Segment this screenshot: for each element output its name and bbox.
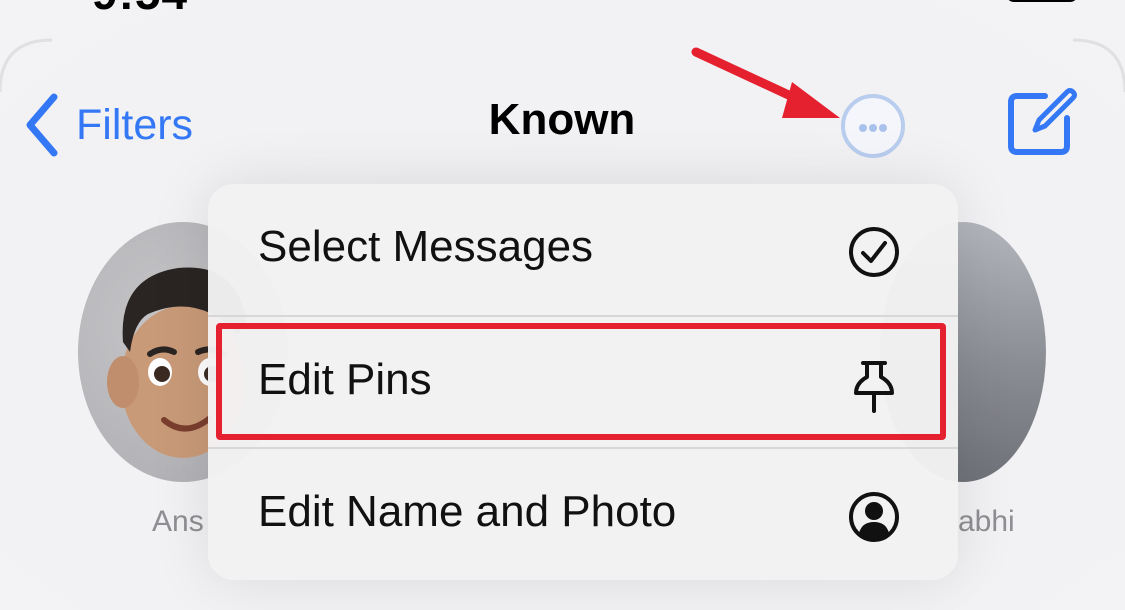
more-options-button[interactable] (841, 94, 905, 158)
back-button[interactable]: Filters (24, 90, 193, 160)
menu-item-label: Edit Name and Photo (258, 487, 677, 536)
menu-item-label: Select Messages (258, 222, 594, 271)
checkmark-circle-icon (849, 227, 899, 277)
pinned-contact-name: Ans (152, 505, 204, 538)
back-button-label: Filters (76, 100, 194, 149)
messages-screen: 9:54 Filters Known (0, 0, 1125, 610)
ellipsis-dot (869, 124, 877, 132)
status-time: 9:54 (92, 0, 188, 20)
pinned-contact-name: abhi (958, 505, 1015, 538)
ellipsis-dot (879, 124, 887, 132)
person-circle-icon (849, 492, 899, 542)
chevron-left-icon (26, 93, 58, 157)
menu-item-edit-name-and-photo[interactable]: Edit Name and Photo (208, 449, 958, 579)
page-title: Known (488, 95, 636, 144)
ellipsis-dot (859, 124, 867, 132)
red-arrow-annotation (691, 47, 840, 118)
status-icons (1008, 0, 1076, 2)
menu-item-select-messages[interactable]: Select Messages (208, 184, 958, 314)
highlight-annotation-box (216, 323, 946, 440)
compose-icon[interactable] (1005, 86, 1077, 158)
